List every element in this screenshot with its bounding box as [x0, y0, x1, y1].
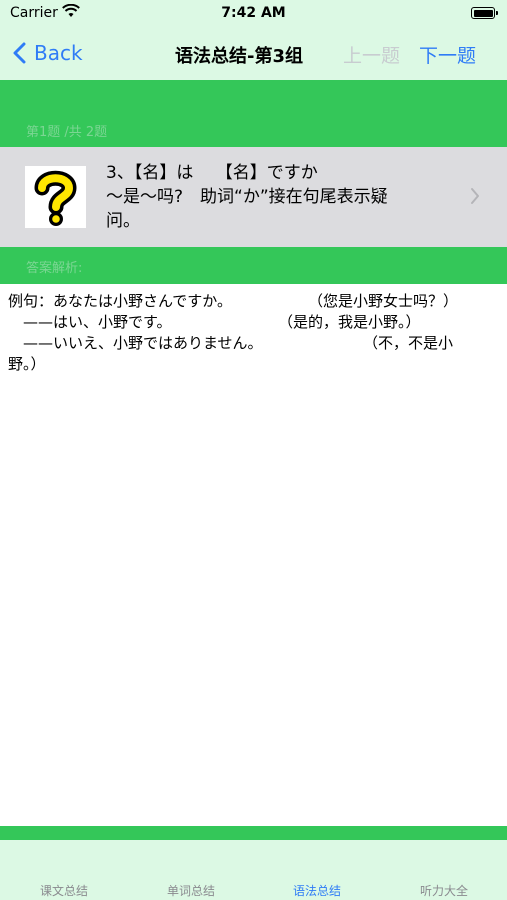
- question-text: 3、【名】は 【名】ですか ～是～吗? 助词“か”接在句尾表示疑 问。: [106, 161, 458, 233]
- prev-question-button[interactable]: 上一题: [343, 41, 400, 68]
- explanation-text-jp: ——いいえ、小野ではありません。: [8, 334, 263, 352]
- answer-explanation: 例句：あなたは小野さんですか。 （您是小野女士吗？） ——はい、小野です。 （是…: [8, 291, 501, 375]
- question-line: 3、【名】は 【名】ですか: [106, 163, 318, 183]
- question-progress: 第1题 /共 2题: [26, 125, 108, 140]
- tab-bar: 课文总结 单词总结 语法总结 听力大全: [0, 840, 507, 900]
- question-thumbnail: [25, 166, 86, 228]
- clock: 7:42 AM: [221, 5, 286, 21]
- explanation-line: 野。）: [8, 354, 501, 375]
- nav-bar: Back 语法总结-第3组 上一题 下一题: [0, 28, 507, 80]
- tab-grammar-summary[interactable]: 语法总结: [267, 882, 367, 899]
- explanation-text-cn: （您是小野女士吗？）: [308, 292, 459, 310]
- nav-title: 语法总结-第3组: [175, 46, 303, 67]
- tab-lesson-summary[interactable]: 课文总结: [14, 882, 114, 899]
- explanation-text-jp: 例句：あなたは小野さんですか。: [8, 292, 232, 310]
- question-mark-icon: [34, 170, 77, 226]
- next-question-button[interactable]: 下一题: [419, 41, 476, 68]
- answer-header-band: 答案解析:: [0, 247, 507, 284]
- explanation-text-jp: ——はい、小野です。: [8, 313, 172, 331]
- explanation-line: ——はい、小野です。 （是的，我是小野。）: [8, 312, 501, 333]
- explanation-line: 例句：あなたは小野さんですか。 （您是小野女士吗？）: [8, 291, 501, 312]
- answer-label: 答案解析:: [26, 261, 83, 276]
- bottom-green-strip: [0, 826, 507, 840]
- explanation-text-jp: 野。）: [8, 355, 46, 373]
- tab-listening[interactable]: 听力大全: [394, 882, 494, 899]
- back-button[interactable]: Back: [12, 38, 83, 68]
- explanation-line: ——いいえ、小野ではありません。 （不，不是小: [8, 333, 501, 354]
- question-line: ～是～吗? 助词“か”接在句尾表示疑: [106, 187, 388, 207]
- question-line: 问。: [106, 211, 140, 231]
- back-chevron-icon: [13, 42, 26, 64]
- question-row[interactable]: 3、【名】は 【名】ですか ～是～吗? 助词“か”接在句尾表示疑 问。: [0, 147, 507, 247]
- explanation-text-cn: （不，不是小: [363, 334, 454, 352]
- battery-icon: [471, 7, 498, 19]
- back-label: Back: [34, 41, 83, 65]
- chevron-right-icon: [471, 188, 479, 204]
- tab-vocabulary-summary[interactable]: 单词总结: [141, 882, 241, 899]
- explanation-text-cn: （是的，我是小野。）: [278, 313, 421, 331]
- status-bar: Carrier 7:42 AM: [0, 0, 507, 28]
